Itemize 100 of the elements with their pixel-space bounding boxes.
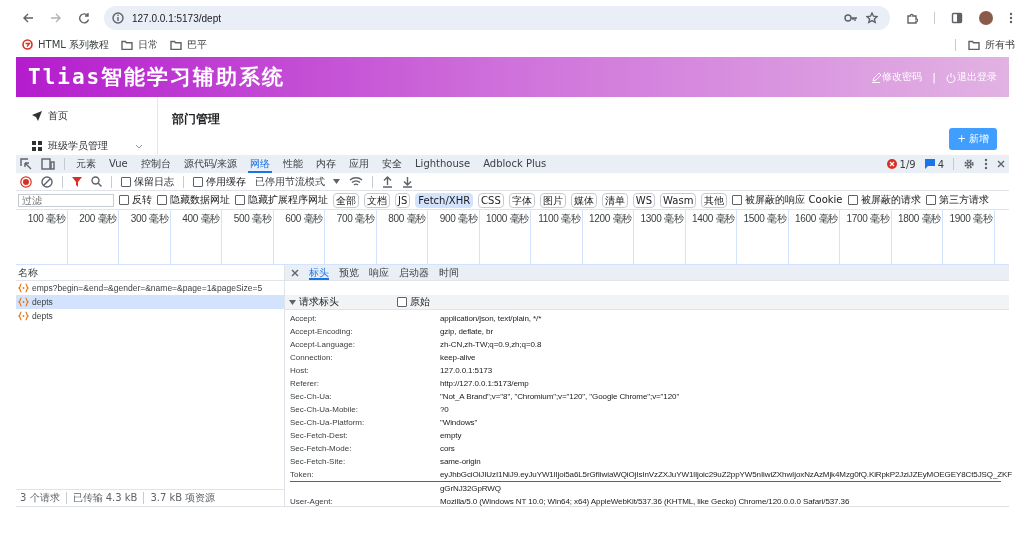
wifi-icon[interactable] (349, 176, 363, 187)
devtools-tab[interactable]: 内存 (314, 155, 339, 173)
send-icon (32, 111, 42, 121)
devtools-tab[interactable]: Vue (107, 155, 130, 173)
devtools-tab[interactable]: 元素 (74, 155, 98, 173)
device-icon[interactable] (41, 158, 55, 170)
tick-label: 800 毫秒 (388, 212, 426, 226)
type-filter-chip[interactable]: 清单 (601, 192, 628, 208)
devtools-tab[interactable]: 控制台 (138, 155, 173, 173)
bookmark[interactable]: 所有书 (968, 37, 1015, 52)
detail-tab[interactable]: 响应 (369, 265, 389, 280)
checkbox[interactable] (235, 195, 245, 205)
error-count[interactable]: 1/9 (899, 158, 916, 170)
checkbox[interactable] (732, 195, 743, 205)
type-filter-chip[interactable]: 其他 (701, 192, 728, 208)
detail-tab[interactable]: 启动器 (399, 265, 429, 280)
tick-label: 300 毫秒 (130, 212, 169, 226)
type-filter-chip[interactable]: 文档 (364, 192, 390, 208)
checkbox-label[interactable]: 被屏蔽的请求 (860, 193, 921, 207)
star-icon[interactable] (866, 12, 878, 24)
type-filter-chip[interactable]: Fetch/XHR (415, 192, 474, 208)
message-count[interactable]: 4 (937, 158, 944, 170)
detail-tab[interactable]: 时间 (439, 265, 459, 280)
record-icon[interactable] (20, 175, 32, 188)
pencil-icon (871, 71, 882, 83)
search-icon[interactable] (91, 176, 102, 187)
header-value: same-origin (440, 456, 481, 468)
bookmark[interactable]: HTML 系列教程 (22, 37, 109, 52)
header-value: ?0 (440, 404, 449, 416)
devtools-tab[interactable]: 安全 (380, 155, 405, 173)
filter-icon[interactable] (72, 176, 82, 187)
inspect-icon[interactable] (20, 158, 32, 170)
type-filter-chip[interactable]: 字体 (508, 192, 535, 208)
more-icon[interactable] (984, 158, 988, 170)
download-icon[interactable] (402, 175, 413, 188)
close-icon[interactable] (997, 160, 1005, 168)
type-filter-chip[interactable]: Wasm (660, 192, 697, 208)
devtools-tab[interactable]: Adblock Plus (481, 155, 549, 173)
key-icon[interactable] (844, 13, 858, 23)
folder-icon (170, 39, 182, 50)
back-icon[interactable] (22, 12, 34, 24)
side-panel-icon[interactable] (951, 12, 963, 24)
reload-icon[interactable] (78, 12, 90, 24)
request-row[interactable]: emps?begin=&end=&gender=&name=&page=1&pageSize=5 (16, 281, 284, 295)
bookmark[interactable]: 巴平 (170, 37, 207, 52)
checkbox[interactable] (193, 176, 203, 187)
detail-tab[interactable]: 预览 (339, 265, 359, 280)
header-name: Accept: (290, 313, 318, 325)
checkbox-label[interactable]: 停用缓存 (206, 174, 246, 189)
checkbox[interactable] (119, 195, 129, 205)
settings-icon[interactable] (963, 158, 975, 170)
tick-label: 1200 毫秒 (589, 212, 632, 226)
checkbox[interactable] (157, 195, 167, 205)
header-value: http://127.0.0.1:5173/emp (440, 378, 529, 390)
clear-icon[interactable] (41, 175, 53, 188)
type-filter-chip[interactable]: JS (395, 192, 411, 208)
request-row[interactable]: depts (16, 309, 284, 323)
type-filter-chip[interactable]: WS (632, 192, 656, 208)
more-icon[interactable] (1009, 12, 1013, 24)
type-filter-chip[interactable]: 图片 (539, 192, 566, 208)
header-value: gGrNJ32GpRWQ (440, 483, 502, 495)
bookmark[interactable]: 日常 (121, 37, 158, 52)
devtools-tab[interactable]: 性能 (281, 155, 306, 173)
header-name: User-Agent: (290, 496, 334, 508)
header-name: Sec-Fetch-Dest: (290, 430, 349, 442)
close-icon[interactable] (291, 268, 299, 277)
devtools-tab[interactable]: Lighthouse (413, 155, 473, 173)
devtools-tab[interactable]: 源代码/来源 (181, 155, 240, 173)
throttling-dropdown[interactable]: 已停用节流模式 (255, 174, 340, 189)
sidebar-item[interactable]: 首页 (16, 109, 157, 123)
devtools-tab[interactable]: 网络 (248, 155, 273, 173)
devtools-tab[interactable]: 应用 (347, 155, 372, 173)
request-row[interactable]: depts (16, 295, 284, 309)
info-icon (112, 12, 124, 24)
checkbox[interactable] (925, 195, 936, 205)
checkbox[interactable] (397, 297, 407, 307)
type-filter-chip[interactable]: 媒体 (570, 192, 597, 208)
checkbox-label[interactable]: 保留日志 (134, 174, 174, 189)
filter-field[interactable]: 过滤 (18, 193, 114, 207)
checkbox-label[interactable]: 隐藏数据网址 (170, 193, 230, 207)
header-value: Mozilla/5.0 (Windows NT 10.0; Win64; x64) AppleWebKit/537.36 (KHTML, like Gecko) Chrome/120.0.0.0 Safari/537.36 (440, 496, 850, 508)
puzzle-icon[interactable] (906, 12, 918, 24)
sidebar-item[interactable]: 班级学员管理 (16, 139, 157, 153)
upload-icon[interactable] (382, 175, 393, 188)
type-filter-chip[interactable]: CSS (478, 192, 504, 208)
type-filter-chip[interactable]: 全部 (333, 192, 359, 208)
checkbox-label[interactable]: 原始 (410, 295, 430, 309)
message-icon (924, 159, 935, 169)
section-header[interactable]: 请求标头 (289, 295, 397, 309)
status-text: 3.7 kB 项资源 (150, 491, 216, 505)
code-icon (18, 297, 29, 307)
checkbox[interactable] (121, 176, 131, 187)
avatar-icon[interactable] (979, 11, 993, 25)
detail-tab[interactable]: 标头 (309, 265, 329, 280)
checkbox-label[interactable]: 反转 (132, 193, 152, 207)
address-bar[interactable]: 127.0.0.1:5173/dept (104, 6, 890, 30)
checkbox-label[interactable]: 被屏蔽的响应 Cookie (745, 193, 843, 207)
checkbox-label[interactable]: 第三方请求 (938, 193, 989, 207)
checkbox[interactable] (847, 195, 858, 205)
checkbox-label[interactable]: 隐藏扩展程序网址 (248, 193, 328, 207)
